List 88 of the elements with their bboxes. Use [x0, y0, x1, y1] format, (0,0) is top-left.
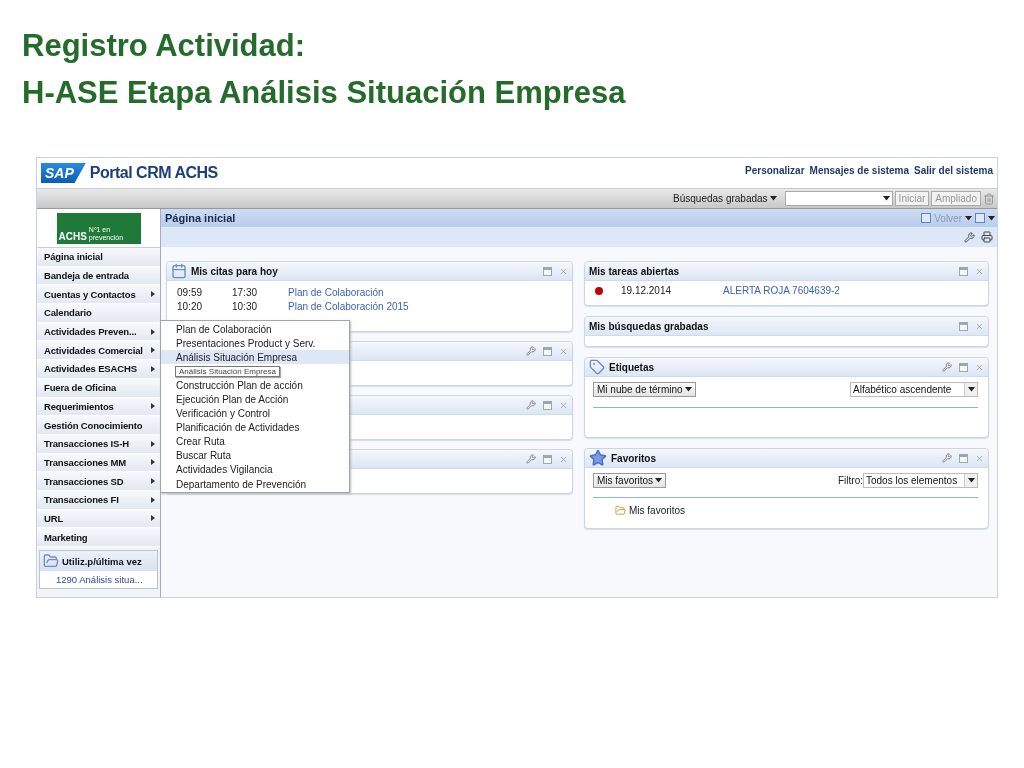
- appointment-end: 10:30: [232, 300, 259, 312]
- portal-title: Portal CRM ACHS: [89, 164, 218, 182]
- sort-select[interactable]: Alfabético ascendente: [850, 382, 978, 397]
- portlet-title: Etiquetas: [609, 361, 654, 373]
- menu-item[interactable]: Departamento de Prevención: [161, 477, 349, 492]
- appointment-start: 10:20: [177, 300, 204, 312]
- wrench-icon[interactable]: [964, 231, 975, 243]
- menu-item[interactable]: Ejecución Plan de Acción: [161, 392, 349, 407]
- portlet-title: Mis tareas abiertas: [589, 265, 680, 277]
- recent-link[interactable]: 1290 Análisis situa...: [40, 571, 157, 588]
- appointment-link[interactable]: Plan de Colaboración 2015: [288, 300, 562, 312]
- sidebar-item[interactable]: Página inicial: [37, 248, 160, 267]
- caret-icon: [684, 387, 692, 392]
- minimize-icon[interactable]: [543, 266, 552, 276]
- close-icon[interactable]: [559, 266, 568, 276]
- task-link[interactable]: ALERTA ROJA 7604639-2: [723, 285, 988, 296]
- appointment-end: 17:30: [232, 286, 259, 298]
- minimize-icon[interactable]: [543, 454, 552, 464]
- menu-item[interactable]: Verificación y Control: [161, 406, 349, 421]
- caret-icon: [655, 478, 663, 483]
- favorites-item[interactable]: Mis favoritos: [629, 505, 686, 516]
- sidebar-item[interactable]: Gestión Conocimiento: [37, 416, 160, 435]
- search-field[interactable]: [784, 191, 893, 206]
- wrench-icon[interactable]: [942, 453, 952, 463]
- minimize-icon[interactable]: [959, 266, 968, 276]
- trash-icon[interactable]: [983, 192, 995, 205]
- folder-icon: [43, 553, 59, 569]
- filter-select[interactable]: Todos los elementos: [863, 473, 978, 488]
- wrench-icon[interactable]: [942, 362, 952, 372]
- tooltip: Análisis Situación Empresa: [175, 365, 280, 377]
- wrench-icon[interactable]: [526, 346, 536, 356]
- close-icon[interactable]: [975, 453, 984, 463]
- menu-item[interactable]: Buscar Ruta: [161, 448, 349, 463]
- tag-cloud-dropdown[interactable]: Mi nube de término: [593, 382, 696, 397]
- caret-icon: [769, 196, 777, 201]
- close-icon[interactable]: [559, 454, 568, 464]
- minimize-icon[interactable]: [959, 362, 968, 372]
- caret-icon: [965, 215, 972, 221]
- sidebar-item[interactable]: Marketing: [37, 528, 160, 547]
- sidebar-item[interactable]: Transacciones SD: [37, 472, 160, 491]
- minimize-icon[interactable]: [959, 321, 968, 331]
- close-icon[interactable]: [559, 400, 568, 410]
- page-title: Página inicial: [165, 212, 236, 224]
- caret-icon: [988, 215, 995, 221]
- menu-item[interactable]: Análisis Situación Empresa: [161, 350, 349, 365]
- menu-item[interactable]: Actividades Vigilancia: [161, 462, 349, 478]
- recent-title: Utiliz.p/última vez: [62, 555, 142, 567]
- favorites-dropdown[interactable]: Mis favoritos: [593, 473, 667, 488]
- minimize-icon[interactable]: [959, 453, 968, 463]
- caret-icon: [967, 387, 975, 392]
- wrench-icon[interactable]: [526, 454, 536, 464]
- portlet-title: Mis búsquedas grabadas: [589, 320, 709, 332]
- sidebar-item[interactable]: Calendario: [37, 304, 160, 323]
- menu-item[interactable]: Crear Ruta: [161, 434, 349, 449]
- header-link[interactable]: Personalizar: [745, 164, 805, 176]
- close-icon[interactable]: [975, 362, 984, 372]
- saved-searches-menu[interactable]: Búsquedas grabadas: [673, 193, 777, 204]
- filter-label: Filtro:: [838, 475, 863, 486]
- close-icon[interactable]: [975, 266, 984, 276]
- slide-title: Registro Actividad:: [22, 27, 307, 65]
- star-icon: [589, 449, 607, 467]
- close-icon[interactable]: [975, 321, 984, 331]
- caret-icon: [882, 196, 890, 201]
- menu-item[interactable]: Construcción Plan de acción: [161, 378, 349, 393]
- calendar-icon: [171, 263, 187, 279]
- header-link[interactable]: Salir del sistema: [914, 164, 993, 176]
- appointment-start: 09:59: [177, 286, 204, 298]
- minimize-icon[interactable]: [543, 346, 552, 356]
- menu-item[interactable]: Presentaciones Product y Serv.: [161, 336, 349, 351]
- menu-item[interactable]: Plan de Colaboración: [161, 322, 349, 337]
- print-icon[interactable]: [981, 231, 993, 243]
- portlet-title: Mis citas para hoy: [191, 265, 278, 277]
- sidebar-item[interactable]: Actividades Comercial: [37, 341, 160, 361]
- tag-icon: [589, 359, 605, 375]
- caret-icon: [967, 478, 975, 483]
- wrench-icon[interactable]: [526, 400, 536, 410]
- sidebar-item[interactable]: Actividades ESACHS: [37, 360, 160, 379]
- menu-item[interactable]: Planificación de Actividades: [161, 420, 349, 435]
- slide-title: H-ASE Etapa Análisis Situación Empresa: [22, 74, 627, 112]
- portlet-title: Favoritos: [611, 452, 656, 464]
- folder-icon: [615, 505, 626, 516]
- header-link[interactable]: Mensajes de sistema: [809, 164, 910, 176]
- appointment-link[interactable]: Plan de Colaboración: [288, 286, 562, 298]
- brand-logo: SAP: [41, 163, 86, 183]
- minimize-icon[interactable]: [543, 400, 552, 410]
- close-icon[interactable]: [559, 346, 568, 356]
- task-date: 19.12.2014: [621, 285, 673, 296]
- sidebar-item[interactable]: Cuentas y Contactos: [37, 285, 160, 305]
